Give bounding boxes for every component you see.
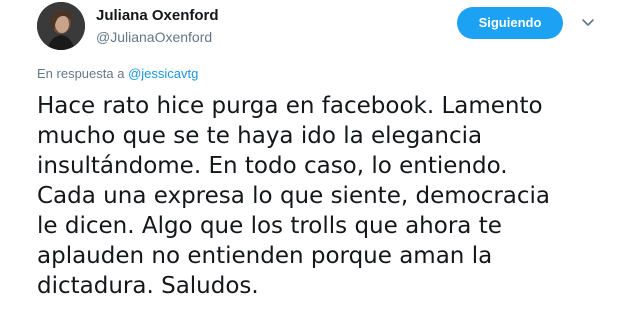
tweet-text-line: dictadura. Saludos. (37, 273, 259, 299)
tweet-text-line: mucho que se te haya ido la elegancia (37, 123, 483, 149)
tweet-card: Juliana Oxenford @JulianaOxenford Siguie… (0, 0, 624, 325)
author-avatar[interactable] (37, 2, 85, 50)
author-handle[interactable]: @JulianaOxenford (96, 28, 212, 46)
tweet-text-line: insultándome. En todo caso, lo entiendo. (37, 153, 508, 179)
tweet-text: Hace rato hice purga en facebook. Lament… (37, 91, 617, 301)
tweet-text-line: Cada una expresa lo que siente, democrac… (37, 183, 551, 209)
following-button[interactable]: Siguiendo (457, 7, 563, 39)
reply-context: En respuesta a @jessicavtg (37, 66, 198, 82)
chevron-down-icon[interactable] (580, 14, 596, 30)
reply-mention-link[interactable]: @jessicavtg (128, 66, 198, 81)
reply-context-prefix: En respuesta a (37, 66, 125, 81)
tweet-text-line: Hace rato hice purga en facebook. Lament… (37, 93, 543, 119)
author-name[interactable]: Juliana Oxenford (96, 7, 219, 25)
profile-photo-icon (37, 2, 85, 50)
tweet-text-line: aplauden no entienden porque aman la (37, 243, 493, 269)
tweet-text-line: le dicen. Algo que los trolls que ahora … (37, 213, 502, 239)
